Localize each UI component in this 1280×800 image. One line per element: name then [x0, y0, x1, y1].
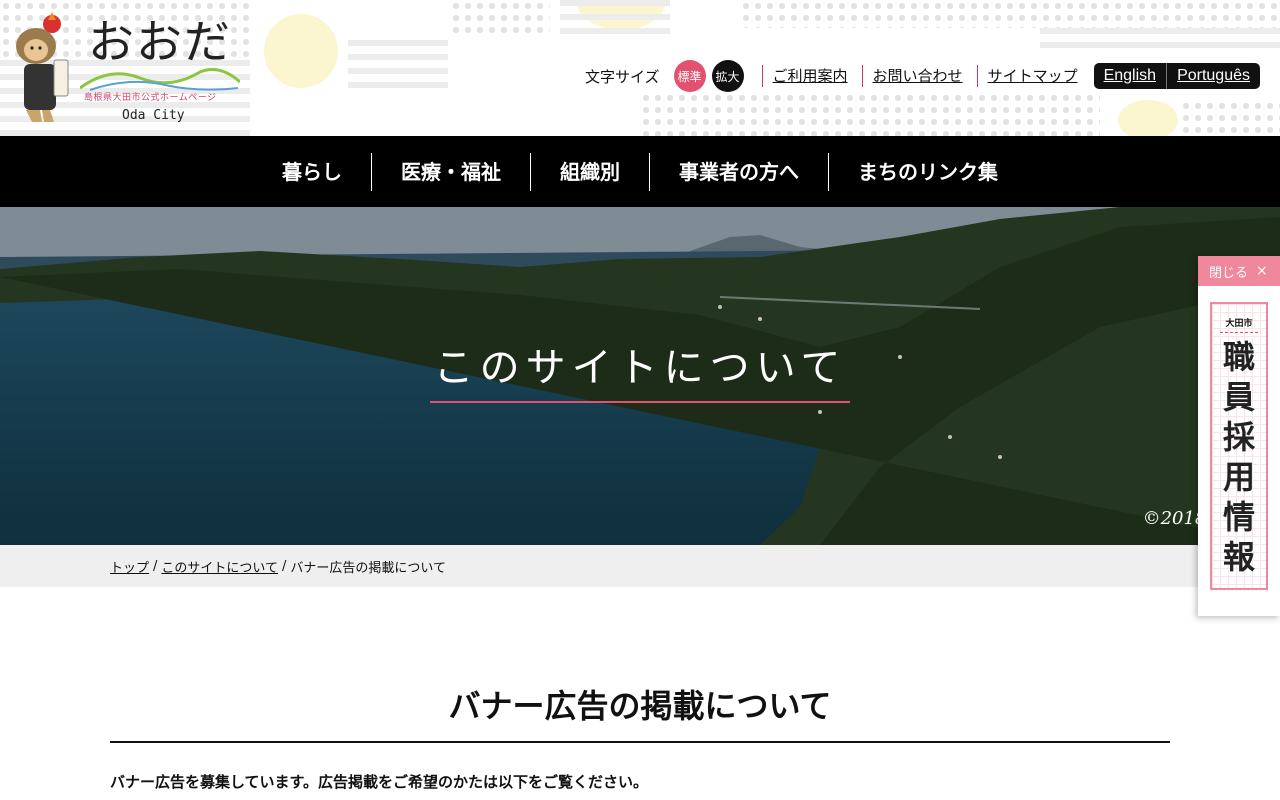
nav-item-organization[interactable]: 組織別: [530, 152, 649, 191]
global-nav: 暮らし 医療・福祉 組織別 事業者の方へ まちのリンク集: [0, 136, 1280, 207]
page-title: バナー広告の掲載について: [110, 681, 1170, 743]
site-logo[interactable]: おおだ 島根県大田市公式ホームページ Oda City: [12, 10, 248, 128]
breadcrumb-separator: /: [282, 558, 287, 574]
font-size-large-button[interactable]: 拡大: [711, 60, 744, 92]
hero-banner: このサイトについて ©2018 Y: [0, 207, 1280, 545]
nav-item-town-links[interactable]: まちのリンク集: [828, 152, 1027, 191]
close-icon: ×: [1256, 263, 1268, 279]
logo-subtitle: 島根県大田市公式ホームページ: [84, 93, 217, 103]
language-switcher: English Português: [1093, 63, 1260, 89]
breadcrumb-top-link[interactable]: トップ: [110, 557, 149, 576]
sitemap-link[interactable]: サイトマップ: [976, 65, 1092, 87]
recruit-org: 大田市: [1220, 316, 1258, 333]
recruit-text: 職員採用情報: [1223, 338, 1256, 576]
recruit-side-banner: 閉じる × 大田市 職員採用情報: [1198, 256, 1280, 616]
breadcrumb-separator: /: [153, 558, 158, 574]
language-portuguese-link[interactable]: Português: [1166, 63, 1260, 89]
contact-link[interactable]: お問い合わせ: [861, 65, 977, 87]
breadcrumb: トップ / このサイトについて / バナー広告の掲載について: [0, 545, 1280, 587]
recruit-close-button[interactable]: 閉じる ×: [1198, 256, 1280, 286]
recruit-banner-link[interactable]: 大田市 職員採用情報: [1210, 302, 1268, 590]
guide-link[interactable]: ご利用案内: [761, 65, 862, 87]
breadcrumb-about-link[interactable]: このサイトについて: [161, 557, 278, 576]
lead-text: バナー広告を募集しています。広告掲載をご希望のかたは以下をご覧ください。: [110, 773, 649, 791]
logo-english: Oda City: [122, 108, 185, 123]
nav-item-medical-welfare[interactable]: 医療・福祉: [371, 152, 530, 191]
language-english-link[interactable]: English: [1094, 63, 1166, 89]
nav-item-living[interactable]: 暮らし: [253, 153, 371, 191]
font-size-label: 文字サイズ: [584, 67, 660, 86]
site-header: おおだ 島根県大田市公式ホームページ Oda City 文字サイズ 標準 拡大 …: [0, 0, 1280, 136]
font-size-standard-button[interactable]: 標準: [673, 60, 706, 92]
main-content: バナー広告の掲載について バナー広告を募集しています。広告掲載をご希望のかたは以…: [0, 587, 1280, 792]
utility-bar: 文字サイズ 標準 拡大 ご利用案内 お問い合わせ サイトマップ English …: [585, 60, 1260, 92]
breadcrumb-current: バナー広告の掲載について: [290, 560, 447, 576]
mascot-logo-icon: [16, 12, 69, 122]
logo-hills-icon: [80, 68, 240, 91]
recruit-close-label: 閉じる: [1209, 265, 1249, 281]
nav-item-business[interactable]: 事業者の方へ: [649, 152, 828, 191]
hero-title: このサイトについて: [429, 335, 851, 403]
